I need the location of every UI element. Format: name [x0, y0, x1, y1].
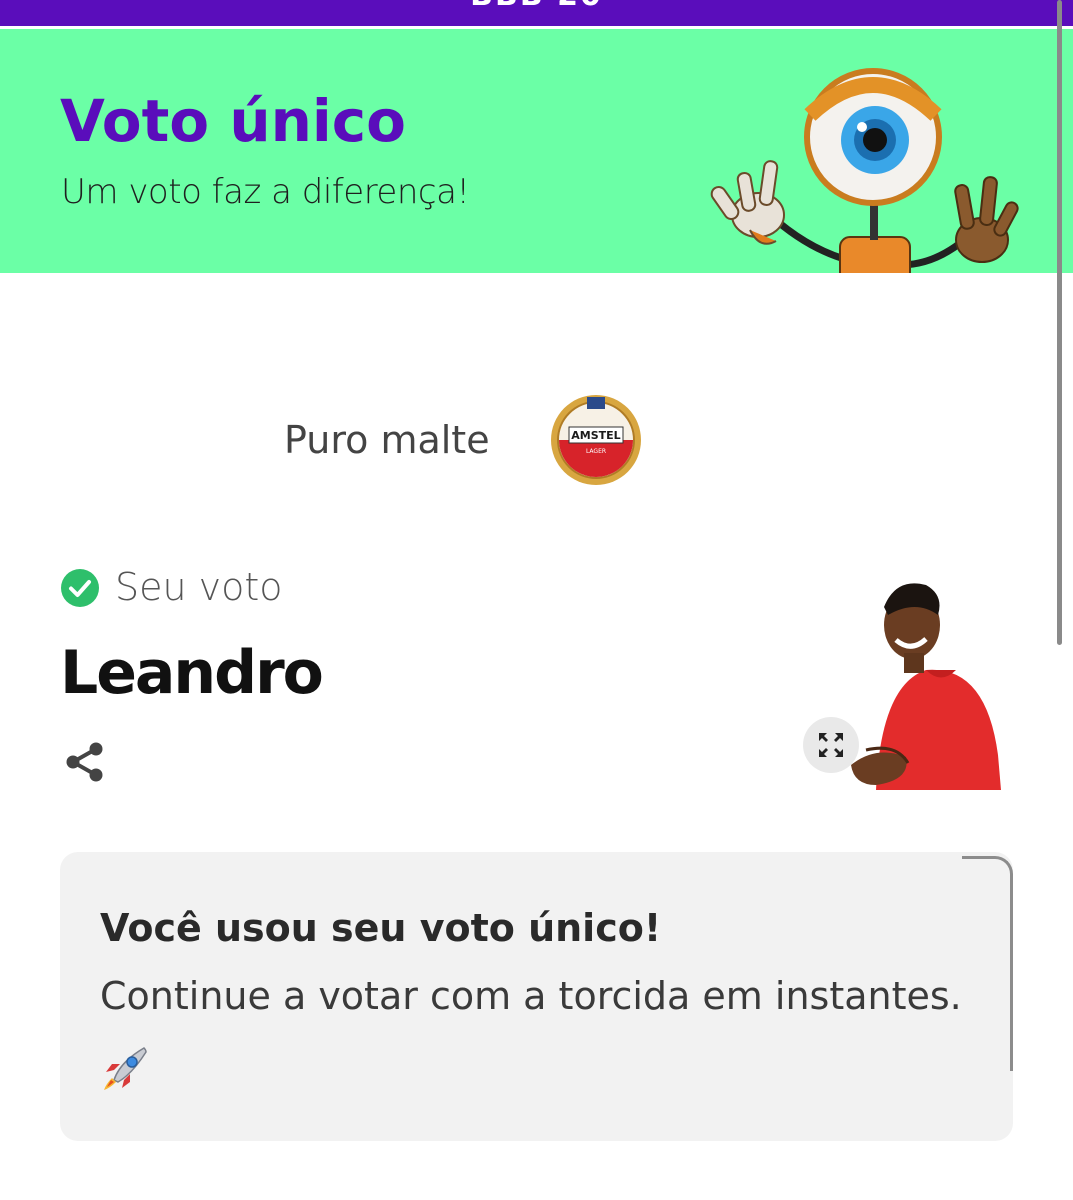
vote-used-notice: Você usou seu voto único! Continue a vot… — [60, 852, 1013, 1141]
card-corner-decoration — [962, 856, 1013, 1071]
amstel-logo-subtext: LAGER — [586, 448, 606, 455]
notice-text: Continue a votar com a torcida em instan… — [100, 974, 962, 1018]
notice-title: Você usou seu voto único! — [100, 906, 662, 950]
expand-photo-button[interactable] — [803, 717, 859, 773]
participant-photo — [851, 583, 1001, 790]
amstel-logo: AMSTEL LAGER — [551, 395, 641, 485]
check-circle-icon — [61, 569, 99, 607]
share-icon[interactable] — [64, 741, 106, 783]
top-bar-title: BBB 20 — [0, 0, 1073, 13]
top-bar: BBB 20 — [0, 0, 1073, 26]
vote-label: Seu voto — [115, 565, 283, 609]
mascot-eye-robot — [710, 68, 1019, 273]
rocket-icon — [104, 1047, 147, 1090]
sponsor-text: Puro malte — [284, 418, 490, 462]
expand-icon — [819, 733, 843, 757]
banner-subtitle: Um voto faz a diferença! — [61, 172, 470, 212]
banner: Voto único Um voto faz a diferença! — [0, 29, 1073, 273]
page-scrollbar[interactable] — [1057, 0, 1062, 645]
voted-participant-name: Leandro — [60, 638, 324, 708]
amstel-logo-text: AMSTEL — [571, 429, 620, 442]
banner-title: Voto único — [60, 87, 407, 155]
